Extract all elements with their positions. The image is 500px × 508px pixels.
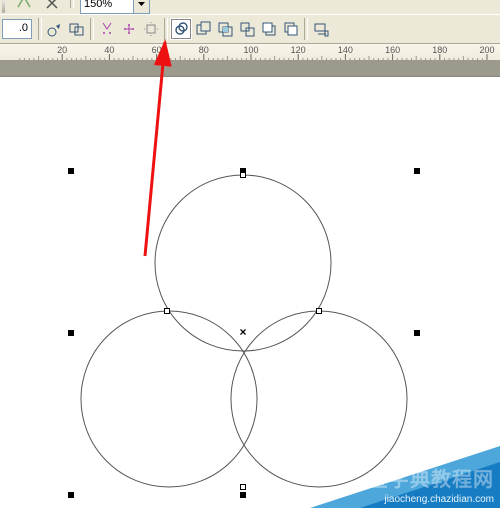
property-value[interactable]: .0 <box>2 19 32 39</box>
selection-handle[interactable] <box>414 330 420 336</box>
node-handle[interactable] <box>165 309 170 314</box>
ruler-tick-label: 140 <box>338 45 353 55</box>
zoom-input[interactable] <box>81 0 133 13</box>
ruler-tick-label: 60 <box>152 45 162 55</box>
zoom-dropdown-icon[interactable] <box>133 0 149 13</box>
ruler-tick-label: 180 <box>432 45 447 55</box>
snap-to-objects-icon[interactable] <box>44 18 66 40</box>
separator <box>70 0 74 8</box>
work-area[interactable]: × 查字典教程网 jiaocheng.chazidian.com <box>0 60 500 508</box>
ruler-tick-label: 120 <box>291 45 306 55</box>
selection-handle[interactable] <box>414 168 420 174</box>
align-icon[interactable] <box>96 18 118 40</box>
node-handle[interactable] <box>317 309 322 314</box>
selection-handle[interactable] <box>68 168 74 174</box>
property-value-text: .0 <box>3 20 31 38</box>
page[interactable]: × <box>0 76 500 508</box>
separator <box>90 18 94 40</box>
toolbar-top-fragment <box>0 0 500 14</box>
drawing-canvas[interactable]: × <box>0 77 500 508</box>
ruler-tick-label: 80 <box>199 45 209 55</box>
create-boundary-button[interactable] <box>310 18 332 40</box>
selection-handle[interactable] <box>414 492 420 498</box>
separator <box>164 18 168 40</box>
group-icon[interactable] <box>66 18 88 40</box>
tool-icon[interactable] <box>12 0 36 10</box>
simplify-button[interactable] <box>236 18 258 40</box>
distribute-icon[interactable] <box>118 18 140 40</box>
ruler-tick-label: 100 <box>243 45 258 55</box>
separator <box>304 18 308 40</box>
weld-button[interactable] <box>170 18 192 40</box>
ruler-tick-label: 200 <box>479 45 494 55</box>
trim-button[interactable] <box>192 18 214 40</box>
selection-handle[interactable] <box>68 492 74 498</box>
selection-center-icon: × <box>239 325 246 339</box>
toolbar-grip <box>2 0 8 13</box>
back-minus-front-button[interactable] <box>280 18 302 40</box>
front-minus-back-button[interactable] <box>258 18 280 40</box>
ruler-tick-label: 20 <box>57 45 67 55</box>
separator <box>38 18 42 40</box>
intersect-button[interactable] <box>214 18 236 40</box>
node-handle[interactable] <box>241 173 246 178</box>
selection-handle[interactable] <box>240 492 246 498</box>
selection-handle[interactable] <box>68 330 74 336</box>
tool-icon[interactable] <box>40 0 64 10</box>
toolbar-shaping: .0 <box>0 14 500 44</box>
transform-icon[interactable] <box>140 18 162 40</box>
node-handle[interactable] <box>241 485 246 490</box>
ruler-tick-label: 40 <box>104 45 114 55</box>
ruler-tick-label: 160 <box>385 45 400 55</box>
zoom-combo[interactable] <box>80 0 150 14</box>
